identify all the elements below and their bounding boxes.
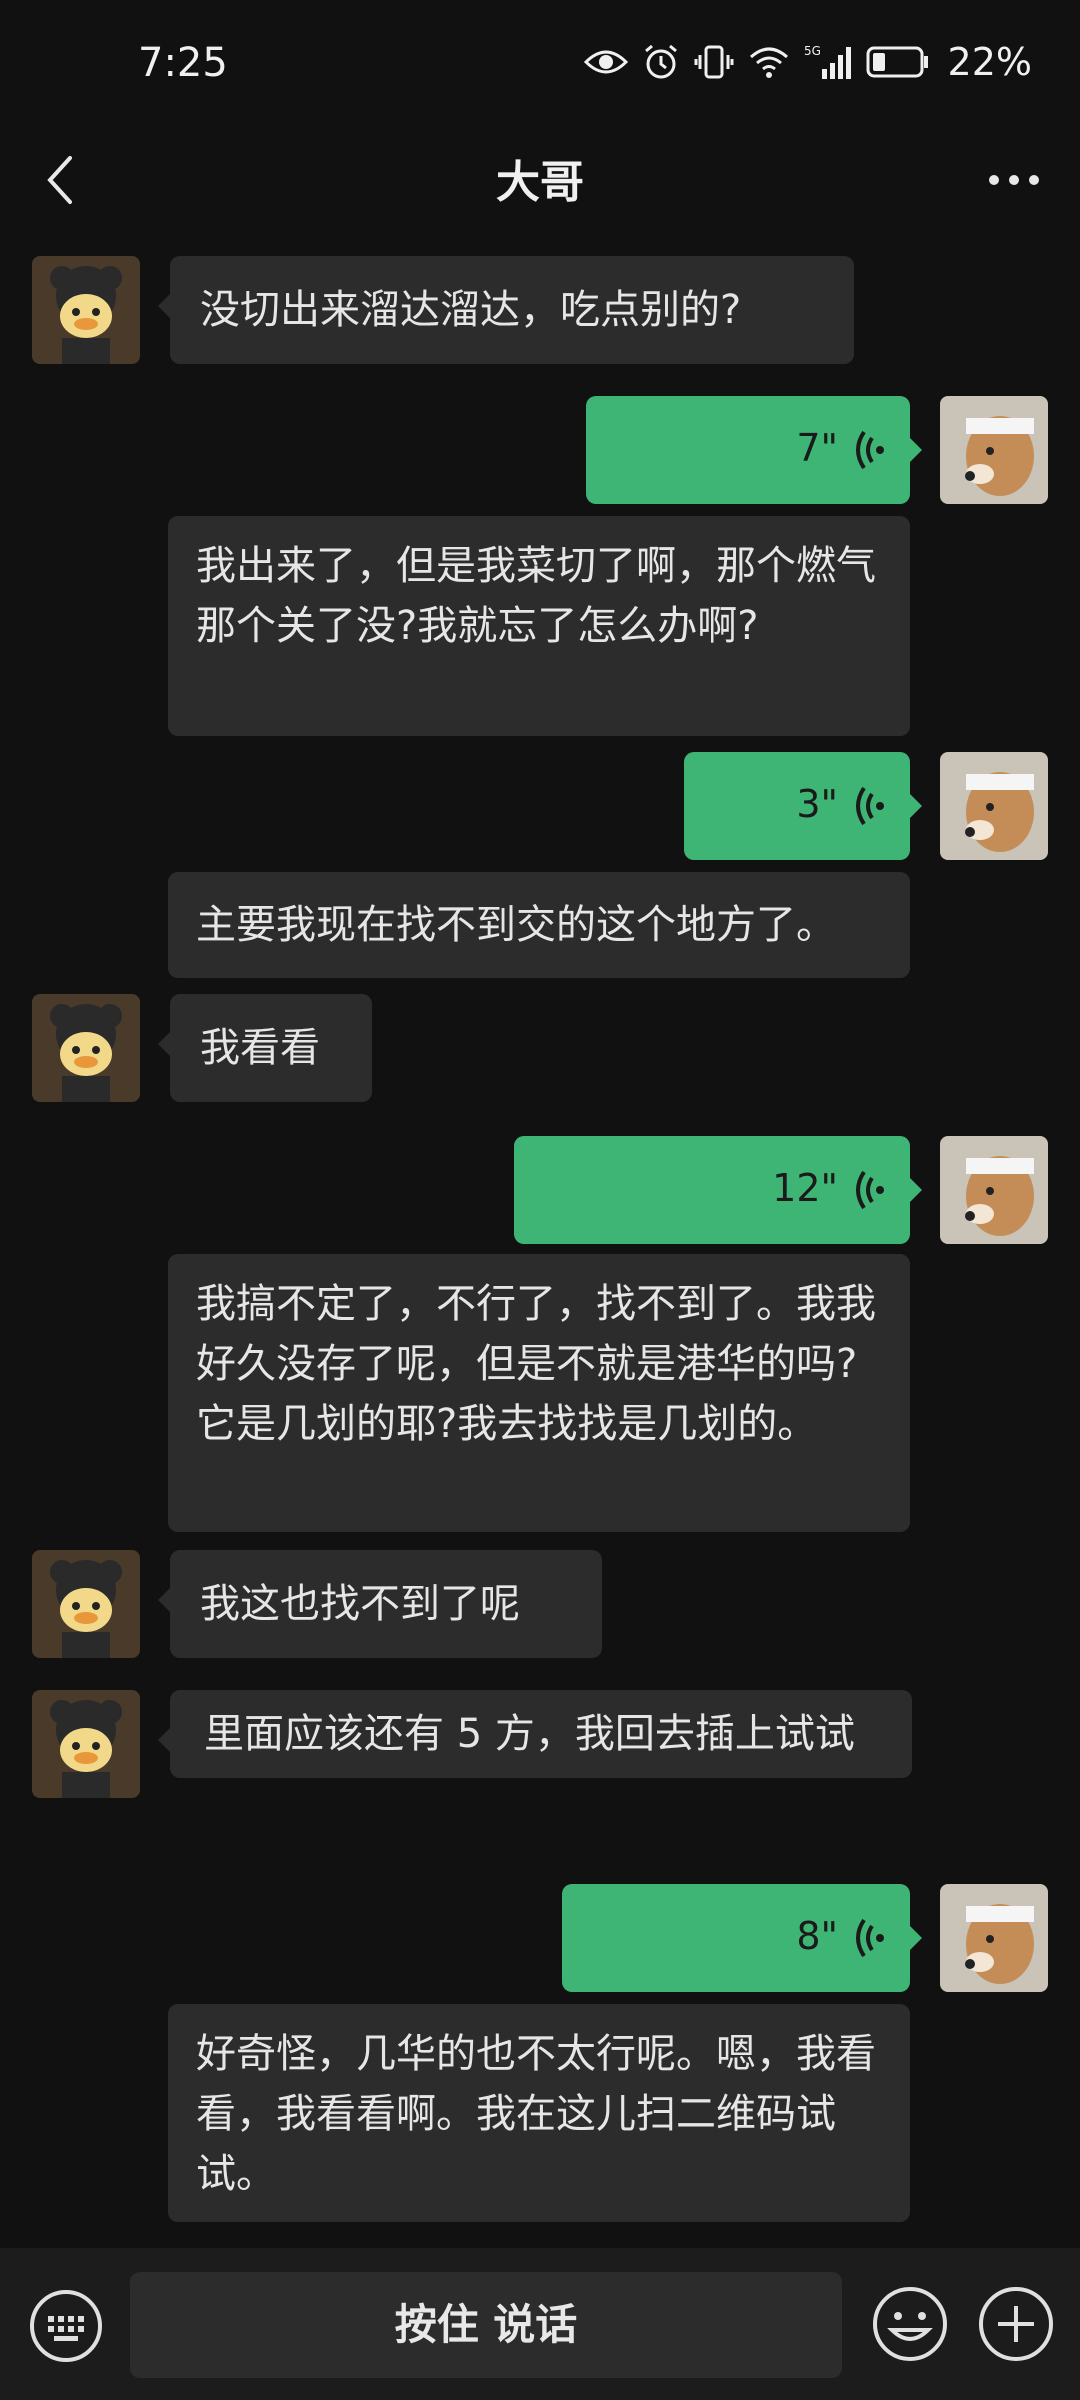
my-avatar[interactable] bbox=[940, 396, 1048, 504]
message-bubble[interactable]: 我看看 bbox=[158, 994, 372, 1102]
status-time: 7:25 bbox=[138, 40, 228, 86]
vibrate-icon bbox=[694, 45, 734, 79]
voice-transcript: 主要我现在找不到交的这个地方了。 bbox=[168, 872, 910, 978]
message-bubble[interactable]: 我这也找不到了呢 bbox=[158, 1550, 602, 1658]
contact-avatar[interactable] bbox=[32, 1690, 140, 1798]
voice-transcript: 我出来了，但是我菜切了啊，那个燃气那个关了没?我就忘了怎么办啊? bbox=[168, 516, 910, 736]
voice-message[interactable]: 12" bbox=[514, 1136, 922, 1244]
plus-icon[interactable] bbox=[976, 2284, 1056, 2364]
voice-wave-icon bbox=[856, 786, 884, 826]
voice-wave-icon bbox=[856, 430, 884, 470]
message-bubble[interactable]: 里面应该还有 5 方，我回去插上试试 bbox=[158, 1690, 912, 1778]
keyboard-icon[interactable] bbox=[28, 2288, 104, 2364]
message-bubble[interactable]: 没切出来溜达溜达，吃点别的? bbox=[158, 256, 854, 364]
voice-transcript: 我搞不定了，不行了，找不到了。我我好久没存了呢，但是不就是港华的吗?它是几划的耶… bbox=[168, 1254, 910, 1532]
my-avatar[interactable] bbox=[940, 752, 1048, 860]
press-to-talk-button[interactable]: 按住 说话 bbox=[130, 2272, 842, 2378]
alarm-icon bbox=[644, 44, 677, 79]
battery-icon bbox=[866, 46, 928, 78]
voice-duration: 8" bbox=[796, 1914, 838, 1958]
signal-icon: 5G bbox=[804, 44, 851, 79]
message-text: 没切出来溜达溜达，吃点别的? bbox=[200, 287, 742, 333]
voice-message[interactable]: 7" bbox=[586, 396, 922, 504]
my-avatar[interactable] bbox=[940, 1884, 1048, 1992]
contact-avatar[interactable] bbox=[32, 1550, 140, 1658]
message-text: 我看看 bbox=[200, 1025, 320, 1071]
contact-avatar[interactable] bbox=[32, 994, 140, 1102]
message-text: 里面应该还有 5 方，我回去插上试试 bbox=[204, 1711, 855, 1757]
more-icon[interactable] bbox=[984, 160, 1044, 200]
voice-message[interactable]: 8" bbox=[562, 1884, 922, 1992]
message-text: 我这也找不到了呢 bbox=[200, 1581, 520, 1627]
chat-title: 大哥 bbox=[496, 157, 584, 208]
svg-text:5G: 5G bbox=[804, 44, 821, 58]
voice-wave-icon bbox=[856, 1170, 884, 1210]
status-icons: 5G 22% bbox=[583, 40, 1032, 84]
contact-avatar[interactable] bbox=[32, 256, 140, 364]
input-bar: 按住 说话 bbox=[0, 2248, 1080, 2400]
my-avatar[interactable] bbox=[940, 1136, 1048, 1244]
voice-wave-icon bbox=[856, 1918, 884, 1958]
eye-icon bbox=[583, 50, 628, 74]
emoji-icon[interactable] bbox=[870, 2284, 950, 2364]
voice-duration: 12" bbox=[772, 1166, 838, 1210]
voice-duration: 3" bbox=[796, 782, 838, 826]
voice-transcript: 好奇怪，几华的也不太行呢。嗯，我看看，我看看啊。我在这儿扫二维码试试。 bbox=[168, 2004, 910, 2222]
chat-header: 大哥 bbox=[0, 130, 1080, 230]
status-bar: 7:25 5G 22% bbox=[0, 0, 1080, 130]
battery-percent: 22% bbox=[947, 40, 1032, 84]
voice-duration: 7" bbox=[796, 426, 838, 470]
wifi-icon bbox=[749, 47, 788, 78]
voice-message[interactable]: 3" bbox=[684, 752, 922, 860]
